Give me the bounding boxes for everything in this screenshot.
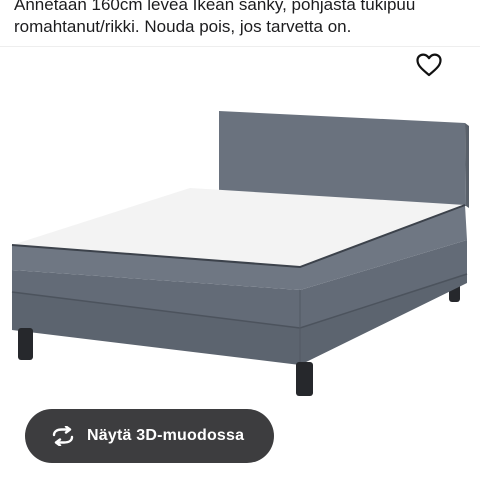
bed-leg-front-left [18,328,33,360]
bed-product-image [11,111,469,396]
listing-description: Annetaan 160cm levea Ikean sänky, pohjas… [14,0,474,38]
rotate-arrows-icon [49,424,77,448]
bed-leg-front-right [296,362,313,396]
favorite-button[interactable] [414,50,444,80]
bed-headboard [219,111,466,206]
view-3d-label: Näytä 3D-muodossa [87,427,245,444]
listing-page: Annetaan 160cm levea Ikean sänky, pohjas… [0,0,480,480]
heart-outline-icon [416,53,442,77]
divider [0,46,480,47]
view-3d-button[interactable]: Näytä 3D-muodossa [25,409,274,463]
description-line-2: romahtanut/rikki. Nouda pois, jos tarvet… [14,17,352,36]
description-line-1: Annetaan 160cm levea Ikean sänky, pohjas… [14,0,416,14]
